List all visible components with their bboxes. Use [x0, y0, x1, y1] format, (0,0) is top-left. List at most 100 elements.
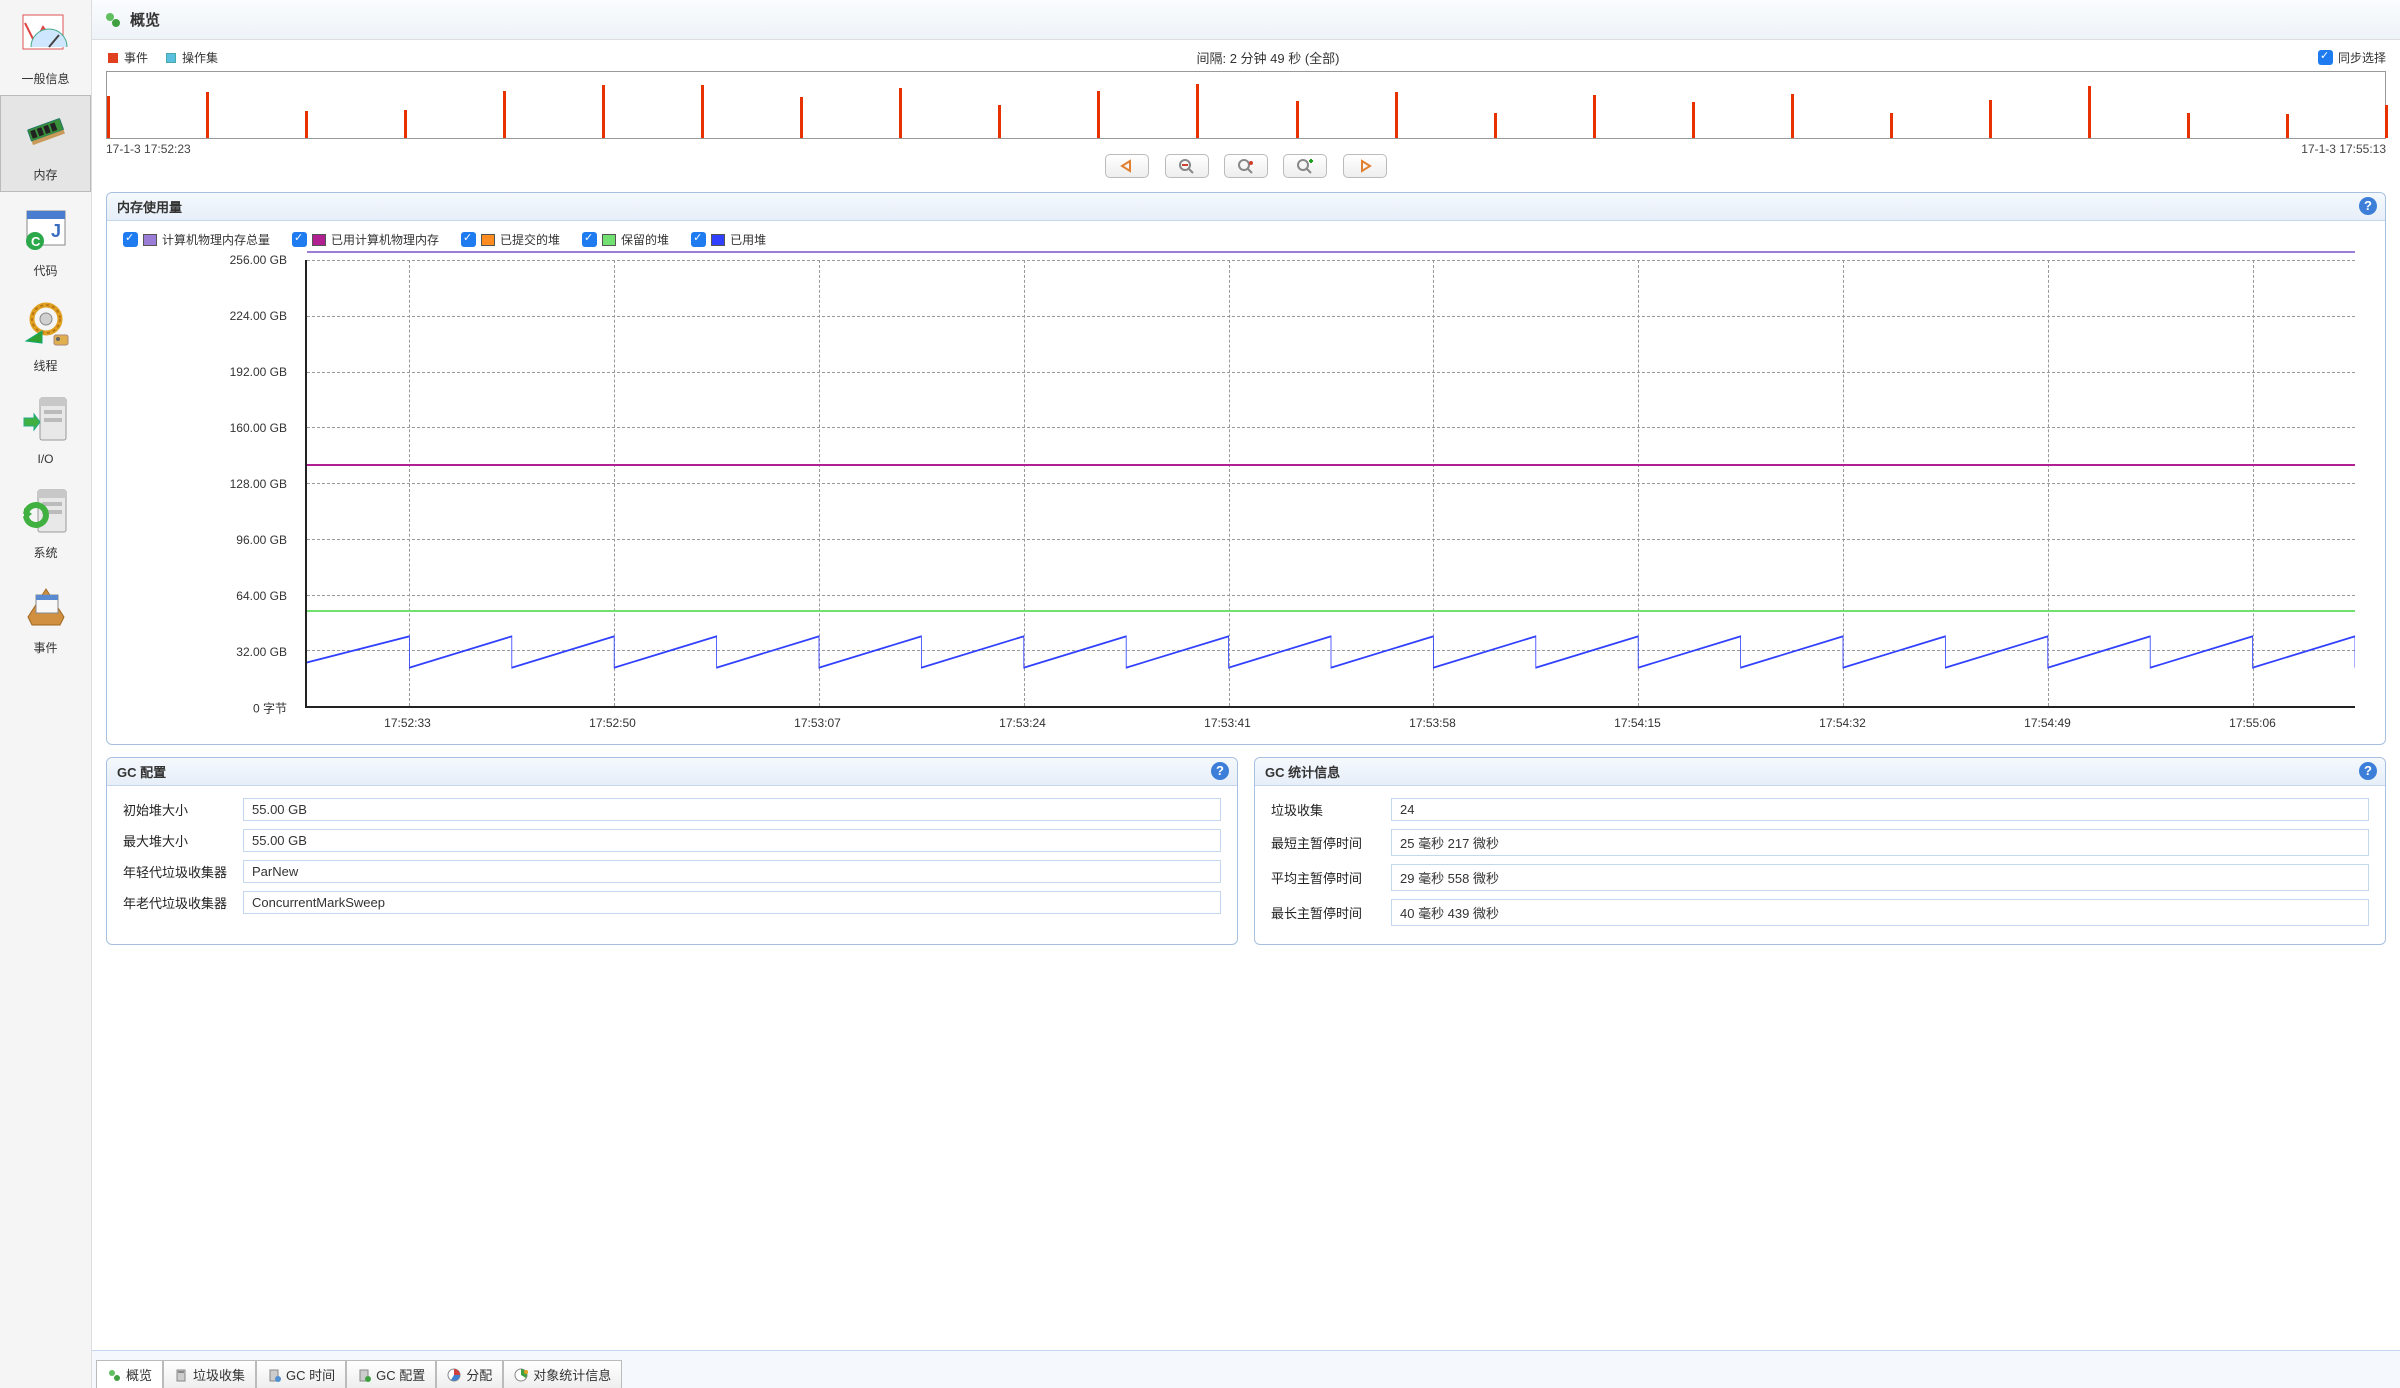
sync-checkbox[interactable]: 同步选择 — [2318, 49, 2386, 66]
y-tick-label: 96.00 GB — [107, 533, 287, 547]
x-tick-label: 17:54:32 — [1819, 716, 1866, 730]
readonly-value: 40 毫秒 439 微秒 — [1391, 899, 2369, 926]
tab-icon — [357, 1368, 371, 1382]
threads-icon — [18, 297, 74, 353]
title-bar: 概览 — [92, 0, 2400, 40]
title-icon — [104, 11, 122, 29]
checkbox-icon — [123, 232, 138, 247]
legend-item[interactable]: 已用堆 — [691, 231, 766, 248]
memory-icon — [18, 106, 74, 162]
readonly-value: 55.00 GB — [243, 798, 1221, 821]
memory-panel: 内存使用量 ? 计算机物理内存总量 已用计算机物理内存 已提交的堆 保留的堆 已用堆 2… — [106, 192, 2386, 745]
nav-right-button[interactable] — [1343, 154, 1387, 178]
memory-panel-title: 内存使用量 — [117, 200, 182, 215]
tab-0[interactable]: 概览 — [96, 1360, 163, 1388]
legend-item[interactable]: 保留的堆 — [582, 231, 669, 248]
tab-2[interactable]: GC 时间 — [256, 1360, 346, 1388]
readonly-value: 29 毫秒 558 微秒 — [1391, 864, 2369, 891]
form-row: 年轻代垃圾收集器ParNew — [107, 856, 1237, 887]
y-tick-label: 224.00 GB — [107, 309, 287, 323]
x-tick-label: 17:52:33 — [384, 716, 431, 730]
color-swatch — [143, 234, 157, 246]
gc-stats-panel: GC 统计信息? 垃圾收集24最短主暂停时间25 毫秒 217 微秒平均主暂停时… — [1254, 757, 2386, 945]
system-icon — [18, 484, 74, 540]
y-tick-label: 256.00 GB — [107, 253, 287, 267]
checkbox-icon — [691, 232, 706, 247]
sidebar-item-threads[interactable]: 线程 — [0, 287, 91, 382]
tab-icon — [514, 1368, 528, 1382]
main-content: 概览 事件 操作集 间隔: 2 分钟 49 秒 (全部) 同步选择 17-1-3… — [92, 0, 2400, 1388]
events-icon — [18, 579, 74, 635]
tab-4[interactable]: 分配 — [436, 1360, 503, 1388]
form-row: 垃圾收集24 — [1255, 794, 2385, 825]
memory-chart[interactable]: 256.00 GB224.00 GB192.00 GB160.00 GB128.… — [107, 254, 2385, 744]
sidebar-item-io[interactable]: I/O — [0, 382, 91, 474]
x-tick-label: 17:55:06 — [2229, 716, 2276, 730]
bottom-tabs: 概览垃圾收集GC 时间GC 配置分配对象统计信息 — [92, 1350, 2400, 1388]
tab-icon — [107, 1368, 121, 1382]
form-row: 平均主暂停时间29 毫秒 558 微秒 — [1255, 860, 2385, 895]
opset-legend-icon — [166, 53, 176, 63]
x-tick-label: 17:52:50 — [589, 716, 636, 730]
zoom-reset-button[interactable] — [1224, 154, 1268, 178]
tab-1[interactable]: 垃圾收集 — [163, 1360, 256, 1388]
nav-left-button[interactable] — [1105, 154, 1149, 178]
legend-item[interactable]: 计算机物理内存总量 — [123, 231, 270, 248]
readonly-value: 24 — [1391, 798, 2369, 821]
tab-icon — [174, 1368, 188, 1382]
code-icon: JC — [18, 202, 74, 258]
svg-text:C: C — [31, 234, 41, 249]
legend-item[interactable]: 已用计算机物理内存 — [292, 231, 439, 248]
page-title: 概览 — [130, 9, 160, 30]
readonly-value: 25 毫秒 217 微秒 — [1391, 829, 2369, 856]
tab-icon — [447, 1368, 461, 1382]
sidebar-item-code[interactable]: JC 代码 — [0, 192, 91, 287]
form-row: 最长主暂停时间40 毫秒 439 微秒 — [1255, 895, 2385, 930]
timeline[interactable] — [106, 71, 2386, 139]
sidebar-item-events[interactable]: 事件 — [0, 569, 91, 664]
checkbox-icon — [292, 232, 307, 247]
y-tick-label: 64.00 GB — [107, 589, 287, 603]
opset-legend-label: 操作集 — [182, 49, 218, 66]
y-tick-label: 160.00 GB — [107, 421, 287, 435]
x-tick-label: 17:53:41 — [1204, 716, 1251, 730]
legend-item[interactable]: 已提交的堆 — [461, 231, 560, 248]
color-swatch — [602, 234, 616, 246]
help-icon[interactable]: ? — [1211, 762, 1229, 780]
x-tick-label: 17:54:15 — [1614, 716, 1661, 730]
help-icon[interactable]: ? — [2359, 197, 2377, 215]
x-tick-label: 17:54:49 — [2024, 716, 2071, 730]
form-row: 最短主暂停时间25 毫秒 217 微秒 — [1255, 825, 2385, 860]
tab-3[interactable]: GC 配置 — [346, 1360, 436, 1388]
sidebar: 一般信息 内存 JC 代码 线程 I/O 系统 事件 — [0, 0, 92, 1388]
interval-label: 间隔: 2 分钟 49 秒 (全部) — [218, 48, 2318, 67]
events-legend-icon — [108, 53, 118, 63]
color-swatch — [312, 234, 326, 246]
form-row: 年老代垃圾收集器ConcurrentMarkSweep — [107, 887, 1237, 918]
help-icon[interactable]: ? — [2359, 762, 2377, 780]
y-tick-label: 32.00 GB — [107, 645, 287, 659]
y-tick-label: 0 字节 — [107, 700, 287, 717]
sidebar-item-memory[interactable]: 内存 — [0, 95, 91, 192]
checkbox-icon — [461, 232, 476, 247]
checkbox-icon — [582, 232, 597, 247]
events-legend-label: 事件 — [124, 49, 148, 66]
readonly-value: 55.00 GB — [243, 829, 1221, 852]
overview-header: 事件 操作集 间隔: 2 分钟 49 秒 (全部) 同步选择 — [92, 40, 2400, 71]
sidebar-item-general[interactable]: 一般信息 — [0, 0, 91, 95]
sidebar-item-system[interactable]: 系统 — [0, 474, 91, 569]
zoom-out-button[interactable] — [1165, 154, 1209, 178]
zoom-in-button[interactable] — [1283, 154, 1327, 178]
time-end: 17-1-3 17:55:13 — [2301, 142, 2386, 156]
color-swatch — [711, 234, 725, 246]
x-tick-label: 17:53:58 — [1409, 716, 1456, 730]
gc-config-panel: GC 配置? 初始堆大小55.00 GB最大堆大小55.00 GB年轻代垃圾收集… — [106, 757, 1238, 945]
svg-text:J: J — [51, 221, 61, 241]
io-icon — [18, 392, 74, 448]
tab-5[interactable]: 对象统计信息 — [503, 1360, 622, 1388]
tab-icon — [267, 1368, 281, 1382]
time-start: 17-1-3 17:52:23 — [106, 142, 191, 156]
gc-stats-title: GC 统计信息 — [1265, 765, 1340, 780]
memory-legend: 计算机物理内存总量 已用计算机物理内存 已提交的堆 保留的堆 已用堆 — [107, 221, 2385, 254]
readonly-value: ParNew — [243, 860, 1221, 883]
